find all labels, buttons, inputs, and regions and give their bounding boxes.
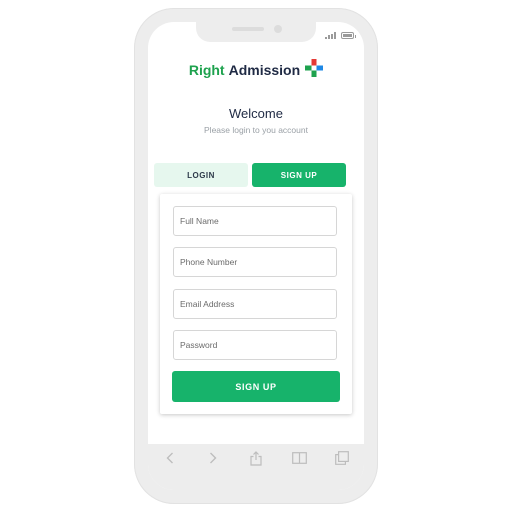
tabs-icon[interactable] xyxy=(334,450,350,466)
back-icon[interactable] xyxy=(162,450,178,466)
password-input[interactable] xyxy=(173,330,337,360)
phone-number-input[interactable] xyxy=(173,247,337,277)
browser-toolbar xyxy=(148,444,364,490)
brand-logo: Right Admission xyxy=(148,59,364,78)
battery-icon xyxy=(341,32,356,39)
camera-icon xyxy=(274,25,282,33)
logo-word-right: Right xyxy=(188,62,225,78)
speaker-grille xyxy=(232,27,264,31)
medical-cross-icon xyxy=(305,59,324,77)
status-bar xyxy=(325,32,356,39)
email-input[interactable] xyxy=(173,289,337,319)
sign-up-button[interactable]: SIGN UP xyxy=(172,371,340,402)
bookmarks-icon[interactable] xyxy=(291,450,307,466)
signal-icon xyxy=(325,32,336,39)
full-name-input[interactable] xyxy=(173,206,337,236)
phone-notch xyxy=(196,22,316,42)
tab-signup[interactable]: SIGN UP xyxy=(252,163,346,187)
share-icon[interactable] xyxy=(248,450,264,466)
forward-icon[interactable] xyxy=(205,450,221,466)
page-title: Welcome xyxy=(229,106,283,121)
phone-screen: Right Admission Welcome Please login to … xyxy=(148,22,364,490)
signup-form-card: SIGN UP xyxy=(160,194,352,414)
logo-word-admission: Admission xyxy=(228,62,301,78)
page-subtitle: Please login to you account xyxy=(204,125,308,135)
tab-login[interactable]: LOGIN xyxy=(154,163,248,187)
